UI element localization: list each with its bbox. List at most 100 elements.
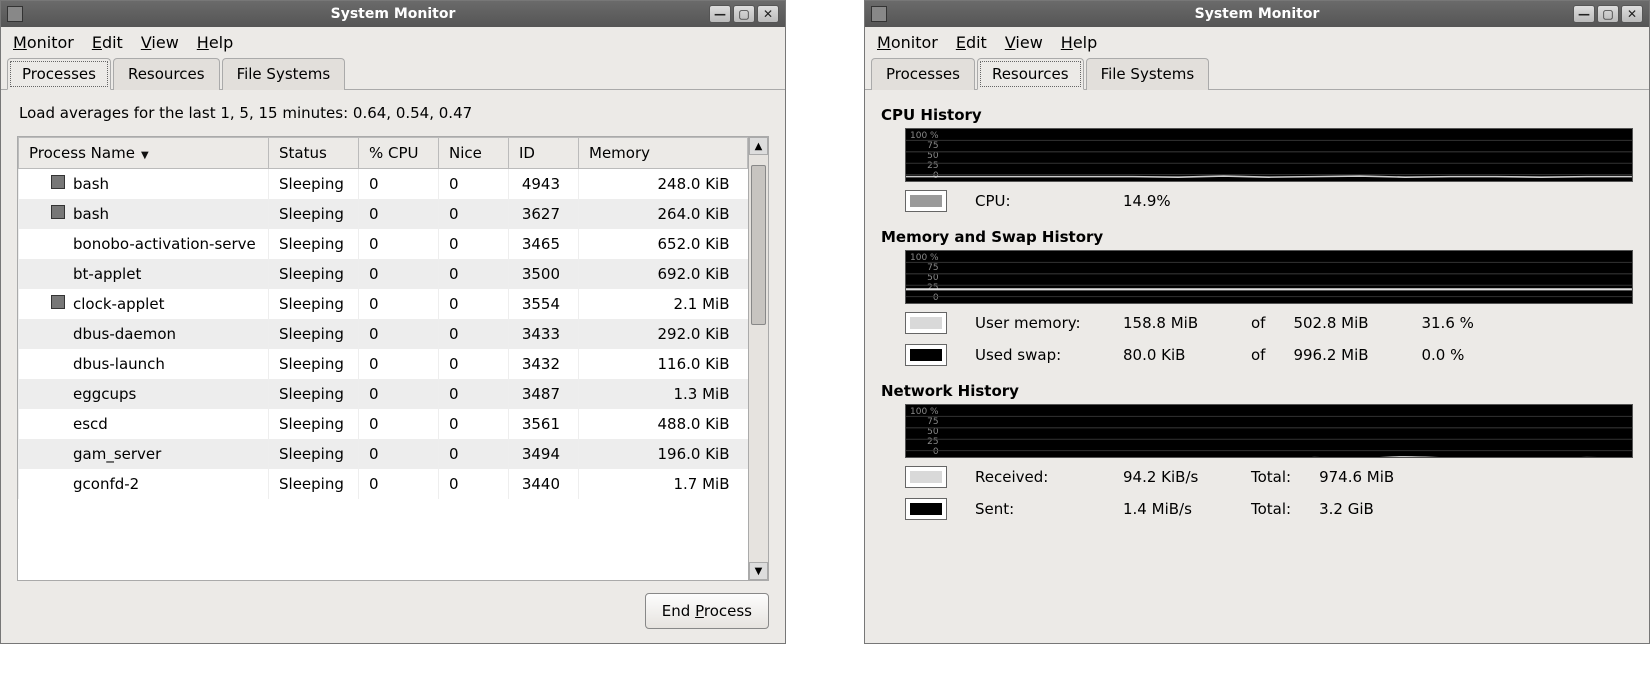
cell-process-name: gconfd-2	[19, 469, 269, 499]
cell-nice: 0	[439, 409, 509, 439]
total-label: Total:	[1251, 468, 1291, 486]
table-row[interactable]: clock-appletSleeping0035542.1 MiB	[19, 289, 748, 319]
titlebar[interactable]: System Monitor — ▢ ✕	[865, 1, 1649, 27]
cell-id: 3440	[509, 469, 579, 499]
cell-process-name: dbus-launch	[19, 349, 269, 379]
app-icon	[7, 6, 23, 22]
col-memory[interactable]: Memory	[579, 138, 748, 169]
cell-nice: 0	[439, 169, 509, 200]
menu-monitor[interactable]: Monitor	[13, 33, 74, 52]
processes-panel: Load averages for the last 1, 5, 15 minu…	[1, 90, 785, 643]
maximize-button[interactable]: ▢	[733, 5, 755, 23]
process-table: Process Name Status % CPU Nice ID Memory…	[18, 137, 748, 499]
received-label: Received:	[975, 468, 1095, 486]
col-cpu[interactable]: % CPU	[359, 138, 439, 169]
table-row[interactable]: escdSleeping003561488.0 KiB	[19, 409, 748, 439]
close-button[interactable]: ✕	[1621, 5, 1643, 23]
tab-filesystems[interactable]: File Systems	[222, 58, 346, 90]
used-swap-percent: 0.0 %	[1421, 346, 1464, 364]
menu-edit[interactable]: Edit	[956, 33, 987, 52]
table-row[interactable]: bonobo-activation-serveSleeping003465652…	[19, 229, 748, 259]
menu-help[interactable]: Help	[1061, 33, 1097, 52]
menu-view[interactable]: View	[1005, 33, 1043, 52]
cell-process-name: gam_server	[19, 439, 269, 469]
memory-history-graph: 100 %7550250	[905, 250, 1633, 304]
cell-status: Sleeping	[269, 439, 359, 469]
process-icon	[51, 295, 65, 309]
window-title: System Monitor	[865, 6, 1649, 22]
of-label: of	[1251, 346, 1265, 364]
sent-swatch[interactable]	[905, 498, 947, 520]
cell-cpu: 0	[359, 439, 439, 469]
cell-memory: 1.3 MiB	[579, 379, 748, 409]
cell-status: Sleeping	[269, 229, 359, 259]
tab-processes[interactable]: Processes	[7, 58, 111, 90]
titlebar[interactable]: System Monitor — ▢ ✕	[1, 1, 785, 27]
cpu-color-swatch[interactable]	[905, 190, 947, 212]
end-process-button[interactable]: End Process	[645, 593, 769, 629]
tabbar: Processes Resources File Systems	[865, 57, 1649, 90]
cell-cpu: 0	[359, 289, 439, 319]
cell-nice: 0	[439, 289, 509, 319]
used-swap-total: 996.2 MiB	[1293, 346, 1393, 364]
cell-id: 3627	[509, 199, 579, 229]
cell-id: 3433	[509, 319, 579, 349]
menubar: Monitor Edit View Help	[865, 27, 1649, 57]
received-swatch[interactable]	[905, 466, 947, 488]
process-icon	[51, 175, 65, 189]
table-row[interactable]: dbus-launchSleeping003432116.0 KiB	[19, 349, 748, 379]
cell-nice: 0	[439, 229, 509, 259]
scroll-thumb[interactable]	[751, 165, 766, 325]
cell-id: 3432	[509, 349, 579, 379]
col-id[interactable]: ID	[509, 138, 579, 169]
cell-status: Sleeping	[269, 199, 359, 229]
col-status[interactable]: Status	[269, 138, 359, 169]
used-swap-label: Used swap:	[975, 346, 1095, 364]
col-nice[interactable]: Nice	[439, 138, 509, 169]
cell-nice: 0	[439, 259, 509, 289]
maximize-button[interactable]: ▢	[1597, 5, 1619, 23]
tab-processes[interactable]: Processes	[871, 58, 975, 90]
menu-edit[interactable]: Edit	[92, 33, 123, 52]
scroll-down-icon[interactable]: ▼	[749, 562, 768, 580]
app-icon	[871, 6, 887, 22]
used-swap-swatch[interactable]	[905, 344, 947, 366]
table-row[interactable]: bt-appletSleeping003500692.0 KiB	[19, 259, 748, 289]
cell-memory: 2.1 MiB	[579, 289, 748, 319]
menu-monitor[interactable]: Monitor	[877, 33, 938, 52]
tab-filesystems[interactable]: File Systems	[1086, 58, 1210, 90]
table-row[interactable]: dbus-daemonSleeping003433292.0 KiB	[19, 319, 748, 349]
table-row[interactable]: gam_serverSleeping003494196.0 KiB	[19, 439, 748, 469]
cell-cpu: 0	[359, 259, 439, 289]
menu-view[interactable]: View	[141, 33, 179, 52]
of-label: of	[1251, 314, 1265, 332]
cell-memory: 196.0 KiB	[579, 439, 748, 469]
cell-cpu: 0	[359, 349, 439, 379]
minimize-button[interactable]: —	[1573, 5, 1595, 23]
table-row[interactable]: bashSleeping004943248.0 KiB	[19, 169, 748, 200]
cpu-history-graph: 100 %7550250	[905, 128, 1633, 182]
vertical-scrollbar[interactable]: ▲ ▼	[748, 137, 768, 580]
table-row[interactable]: gconfd-2Sleeping0034401.7 MiB	[19, 469, 748, 499]
total-label: Total:	[1251, 500, 1291, 518]
tab-resources[interactable]: Resources	[113, 58, 220, 90]
close-button[interactable]: ✕	[757, 5, 779, 23]
cell-process-name: clock-applet	[19, 289, 269, 319]
cell-cpu: 0	[359, 319, 439, 349]
tab-resources[interactable]: Resources	[977, 58, 1084, 90]
table-row[interactable]: eggcupsSleeping0034871.3 MiB	[19, 379, 748, 409]
col-process-name[interactable]: Process Name	[19, 138, 269, 169]
minimize-button[interactable]: —	[709, 5, 731, 23]
cell-id: 3487	[509, 379, 579, 409]
cell-id: 4943	[509, 169, 579, 200]
user-memory-swatch[interactable]	[905, 312, 947, 334]
scroll-up-icon[interactable]: ▲	[749, 137, 768, 155]
menu-help[interactable]: Help	[197, 33, 233, 52]
process-icon	[51, 205, 65, 219]
cell-status: Sleeping	[269, 409, 359, 439]
sent-rate: 1.4 MiB/s	[1123, 500, 1223, 518]
cpu-history-title: CPU History	[881, 106, 1633, 124]
cell-process-name: dbus-daemon	[19, 319, 269, 349]
table-row[interactable]: bashSleeping003627264.0 KiB	[19, 199, 748, 229]
memory-history-title: Memory and Swap History	[881, 228, 1633, 246]
